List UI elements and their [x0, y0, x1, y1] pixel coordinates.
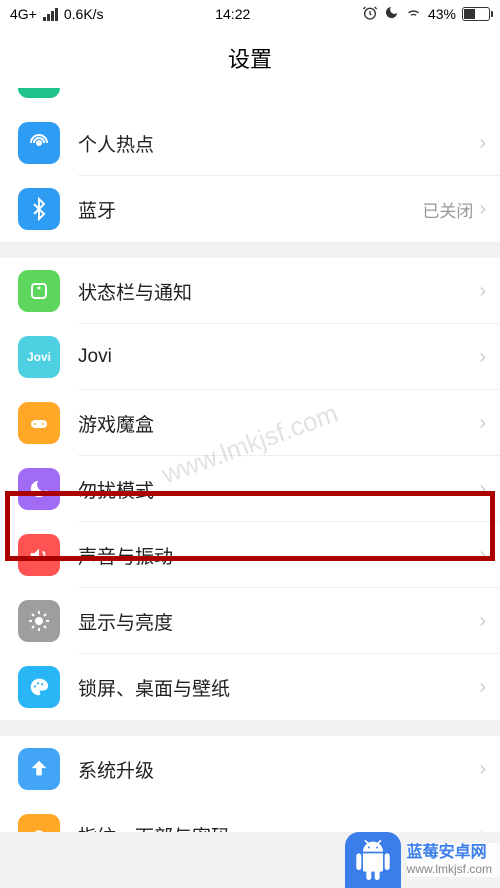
upgrade-icon — [18, 748, 60, 790]
settings-group-1: 个人热点 › 蓝牙 已关闭 › — [0, 110, 500, 242]
list-item-lockscreen[interactable]: 锁屏、桌面与壁纸 › — [0, 654, 500, 720]
badge-title: 蓝莓安卓网 — [407, 843, 492, 862]
moon-icon — [18, 468, 60, 510]
list-item-display[interactable]: 显示与亮度 › — [0, 588, 500, 654]
moon-icon — [384, 5, 399, 23]
jovi-icon: Jovi — [18, 336, 60, 378]
list-item-status-notif[interactable]: 状态栏与通知 › — [0, 258, 500, 324]
brightness-icon — [18, 600, 60, 642]
battery-icon — [462, 7, 490, 21]
chevron-right-icon: › — [479, 824, 486, 833]
chevron-right-icon: › — [479, 758, 486, 781]
status-bar: 4G+ 0.6K/s 14:22 43% — [0, 0, 500, 28]
wifi-icon — [405, 4, 422, 24]
list-item-hotspot[interactable]: 个人热点 › — [0, 110, 500, 176]
status-left: 4G+ 0.6K/s — [10, 6, 104, 22]
partial-row-fingerprint[interactable]: 指纹、面部与密码 › — [0, 802, 500, 832]
list-item-label: 个人热点 — [78, 130, 479, 157]
list-item-label: 游戏魔盒 — [78, 410, 479, 437]
status-icon — [18, 270, 60, 312]
list-item-dnd[interactable]: 勿扰模式 › — [0, 456, 500, 522]
list-item-label: 显示与亮度 — [78, 608, 479, 635]
status-time: 14:22 — [215, 6, 250, 22]
list-item-jovi[interactable]: Jovi Jovi › — [0, 324, 500, 390]
list-item-label: Jovi — [78, 346, 479, 368]
status-right: 43% — [362, 4, 490, 24]
list-item-label: 锁屏、桌面与壁纸 — [78, 674, 479, 701]
page-title: 设置 — [0, 28, 500, 88]
list-item-gamebox[interactable]: 游戏魔盒 › — [0, 390, 500, 456]
list-item-value: 已关闭 — [422, 197, 473, 222]
hotspot-icon — [18, 122, 60, 164]
battery-pct: 43% — [428, 6, 456, 22]
mobile-network-icon — [18, 88, 60, 98]
chevron-right-icon: › — [479, 412, 486, 435]
network-type: 4G+ — [10, 6, 37, 22]
fingerprint-icon — [18, 814, 60, 832]
sound-icon — [18, 534, 60, 576]
chevron-right-icon: › — [479, 198, 486, 221]
network-speed: 0.6K/s — [64, 6, 104, 22]
chevron-right-icon: › — [479, 132, 486, 155]
list-item-label: 声音与振动 — [78, 542, 479, 569]
alarm-icon — [362, 5, 378, 24]
game-icon — [18, 402, 60, 444]
list-item-upgrade[interactable]: 系统升级 › — [0, 736, 500, 802]
bluetooth-icon — [18, 188, 60, 230]
list-item-label: 移动网络 — [78, 88, 479, 91]
list-item-label: 系统升级 — [78, 756, 479, 783]
settings-group-2: 状态栏与通知 › Jovi Jovi › 游戏魔盒 › 勿扰模式 › 声音与振动… — [0, 258, 500, 720]
chevron-right-icon: › — [479, 280, 486, 303]
palette-icon — [18, 666, 60, 708]
list-item-label: 蓝牙 — [78, 196, 422, 223]
list-item-sound[interactable]: 声音与振动 › — [0, 522, 500, 588]
chevron-right-icon: › — [479, 478, 486, 501]
chevron-right-icon: › — [479, 676, 486, 699]
settings-group-3: 系统升级 › — [0, 736, 500, 802]
badge-sub: www.lmkjsf.com — [407, 862, 492, 876]
list-item-bluetooth[interactable]: 蓝牙 已关闭 › — [0, 176, 500, 242]
list-item-label: 指纹、面部与密码 — [78, 822, 479, 833]
signal-icon — [43, 8, 58, 21]
chevron-right-icon: › — [479, 544, 486, 567]
chevron-right-icon: › — [479, 346, 486, 369]
chevron-right-icon: › — [479, 88, 486, 89]
android-icon — [345, 832, 401, 888]
partial-row-mobile-network[interactable]: 移动网络 › — [0, 88, 500, 110]
source-badge: 蓝莓安卓网 www.lmkjsf.com — [345, 832, 500, 888]
list-item-label: 勿扰模式 — [78, 476, 479, 503]
list-item-label: 状态栏与通知 — [78, 278, 479, 305]
chevron-right-icon: › — [479, 610, 486, 633]
